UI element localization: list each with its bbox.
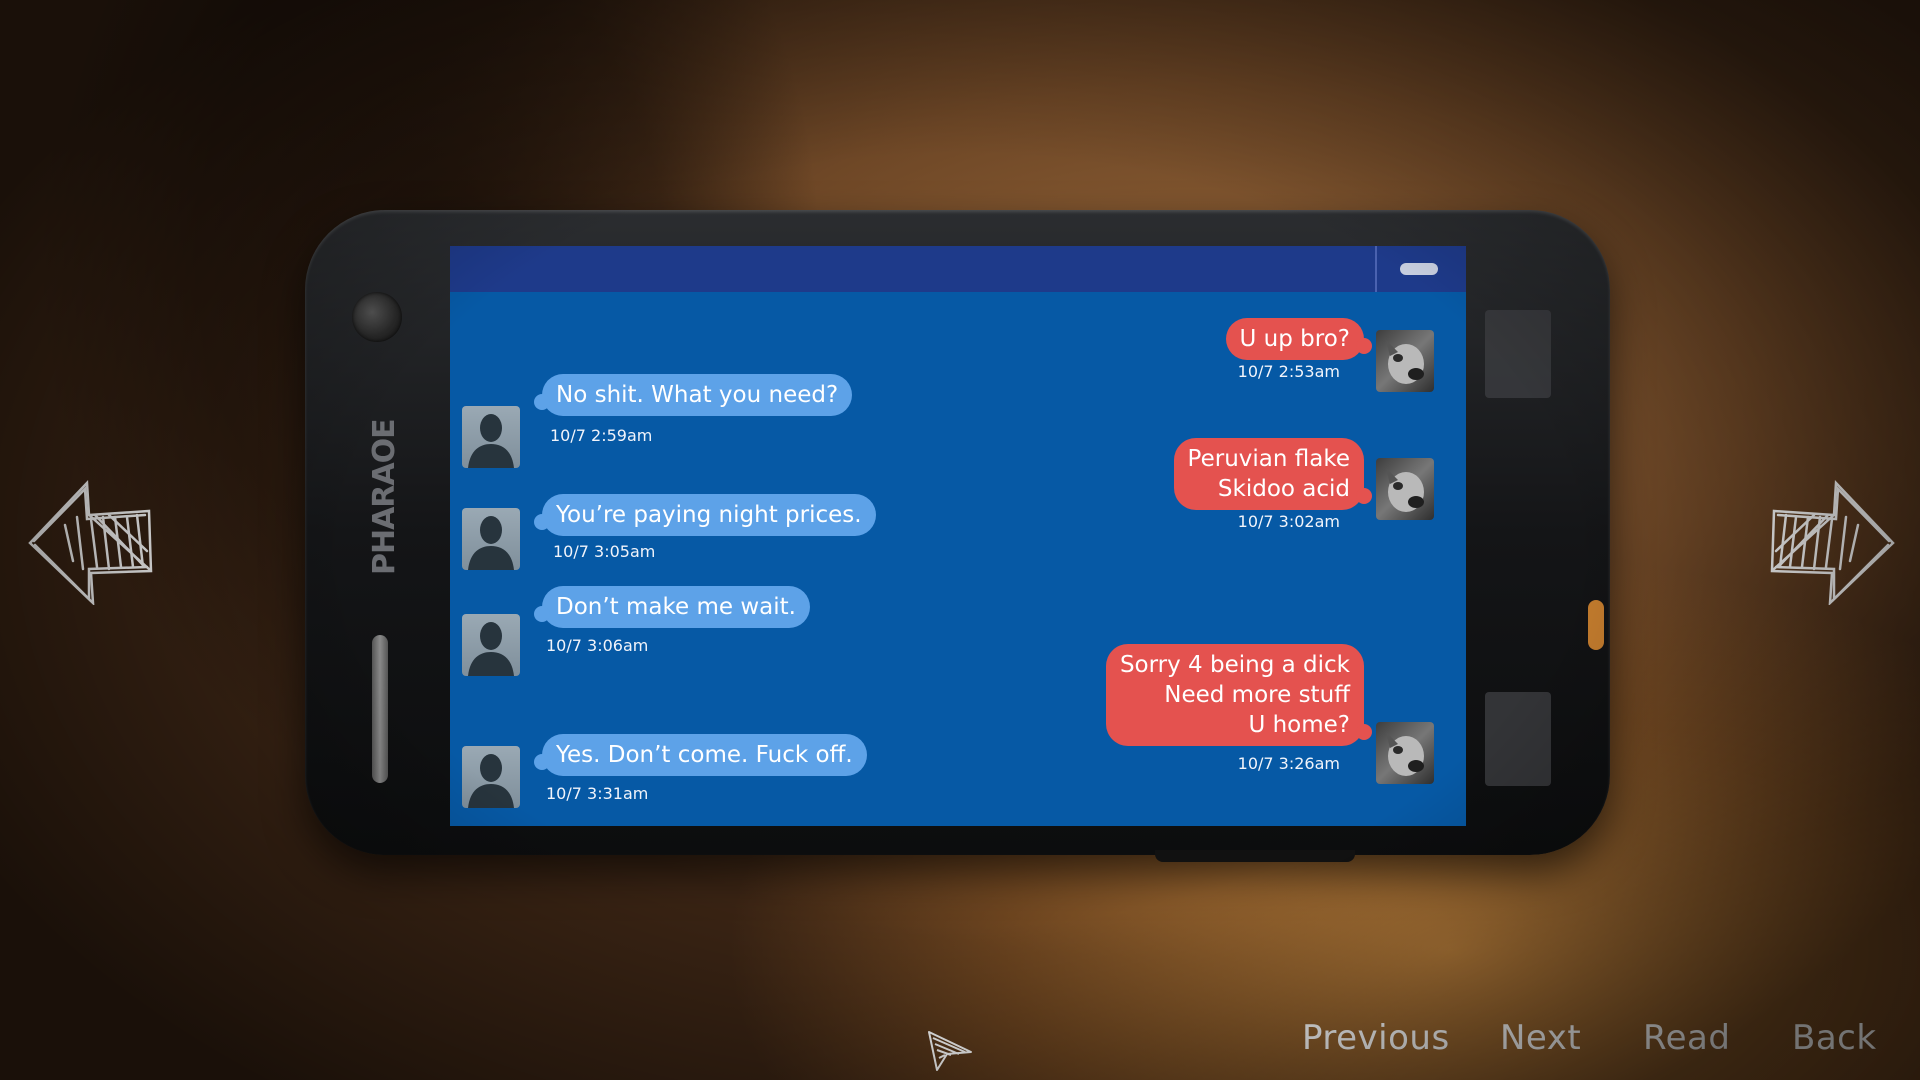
phone-brand: PHARAOE	[367, 419, 402, 575]
side-sensor-top	[1485, 310, 1551, 398]
contact-avatar	[462, 614, 520, 676]
message-timestamp: 10/7 3:05am	[553, 542, 656, 561]
sketch-arrow-right-icon[interactable]	[1768, 475, 1898, 609]
sender-avatar	[1376, 722, 1434, 784]
home-bar	[372, 635, 388, 783]
dog-portrait-icon	[1386, 340, 1424, 384]
messages-top-bar	[450, 246, 1466, 292]
message-bubble-incoming: No shit. What you need?	[533, 374, 853, 416]
back-button[interactable]: Back	[1792, 1018, 1877, 1058]
next-button[interactable]: Next	[1500, 1018, 1581, 1058]
read-button[interactable]: Read	[1643, 1018, 1730, 1058]
contact-avatar	[462, 508, 520, 570]
previous-button[interactable]: Previous	[1302, 1018, 1450, 1058]
message-bubble-outgoing: U up bro?	[1225, 318, 1373, 360]
camera-lens-icon	[352, 292, 402, 342]
message-bubble-incoming: Don’t make me wait.	[534, 586, 810, 628]
side-port	[1588, 600, 1604, 650]
contact-avatar	[462, 746, 520, 808]
dog-portrait-icon	[1386, 468, 1424, 512]
phone-bottom-edge	[1155, 850, 1355, 862]
person-silhouette-icon	[468, 622, 514, 676]
sketch-arrow-left-icon[interactable]	[25, 475, 155, 609]
person-silhouette-icon	[468, 414, 514, 468]
sender-avatar	[1376, 330, 1434, 392]
phone-screen: U up bro? 10/7 2:53am No shit. What you …	[450, 246, 1466, 826]
message-bubble-outgoing: Sorry 4 being a dick Need more stuff U h…	[1105, 644, 1373, 746]
message-bubble-incoming: Yes. Don’t come. Fuck off.	[534, 734, 867, 776]
message-timestamp: 10/7 3:02am	[1237, 512, 1340, 531]
sender-avatar	[1376, 458, 1434, 520]
message-bubble-outgoing: Peruvian flake Skidoo acid	[1173, 438, 1373, 510]
message-timestamp: 10/7 3:26am	[1237, 754, 1340, 773]
side-sensor-bottom	[1485, 692, 1551, 786]
contact-avatar	[462, 406, 520, 468]
person-silhouette-icon	[468, 754, 514, 808]
message-timestamp: 10/7 3:31am	[546, 784, 649, 803]
message-timestamp: 10/7 2:53am	[1237, 362, 1340, 381]
message-bubble-incoming: You’re paying night prices.	[534, 494, 876, 536]
minimize-icon[interactable]	[1400, 263, 1438, 275]
message-timestamp: 10/7 2:59am	[550, 426, 653, 445]
dog-portrait-icon	[1386, 732, 1424, 776]
sketch-cursor-icon	[925, 1028, 975, 1076]
top-bar-divider	[1375, 246, 1377, 292]
person-silhouette-icon	[468, 516, 514, 570]
message-timestamp: 10/7 3:06am	[546, 636, 649, 655]
